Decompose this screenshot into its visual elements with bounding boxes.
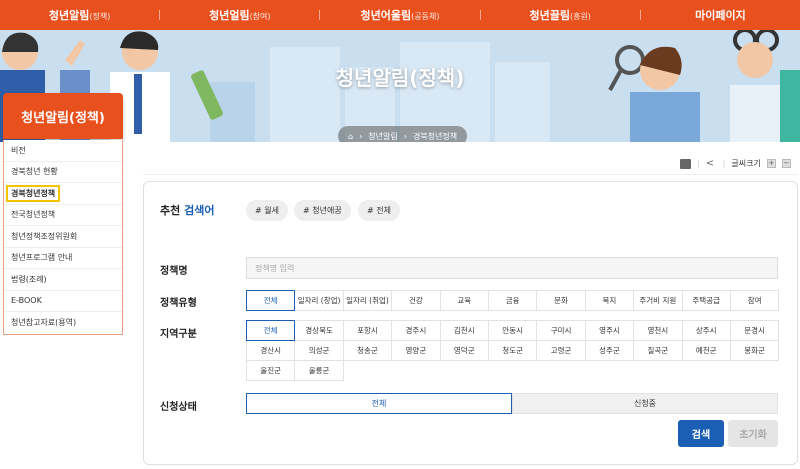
region-option[interactable]: 경주시: [391, 320, 441, 341]
status-toggle: 전체 신청중: [246, 393, 778, 414]
sidebar-item-vision[interactable]: 비전: [4, 140, 122, 162]
font-decrease-button[interactable]: −: [781, 159, 791, 168]
chevron-right-icon: ›: [359, 131, 363, 141]
region-option[interactable]: 포항시: [342, 320, 393, 341]
tag-rent[interactable]: # 월세: [246, 200, 288, 221]
status-label: 신청상태: [160, 402, 197, 413]
nav-policy[interactable]: 청년알림(정책): [0, 7, 159, 23]
status-option-open[interactable]: 신청중: [512, 393, 778, 414]
region-option[interactable]: 김천시: [439, 320, 489, 341]
policy-type-option[interactable]: 전체: [246, 290, 296, 311]
print-icon[interactable]: [680, 158, 691, 169]
sidebar-item-gyeongbuk-policy[interactable]: 경북청년정책: [4, 183, 122, 205]
tag-youth-dream[interactable]: # 청년애꿈: [294, 200, 351, 221]
policy-type-option[interactable]: 복지: [584, 290, 635, 311]
region-option[interactable]: 영양군: [391, 340, 441, 361]
share-icon[interactable]: <: [706, 158, 717, 169]
divider: [143, 174, 798, 175]
banner-title: 청년알림(정책): [335, 66, 465, 90]
top-navigation: 청년알림(정책) 청년얼림(참여) 청년어울림(공동체) 청년끌림(흥원) 마이…: [0, 0, 800, 30]
policy-type-option[interactable]: 주택공급: [681, 290, 731, 311]
sidebar-title: 청년알림(정책): [3, 93, 123, 139]
sidebar-item-laws[interactable]: 법령(조례): [4, 269, 122, 291]
region-option[interactable]: 울진군: [246, 360, 296, 381]
policy-type-option[interactable]: 참여: [729, 290, 780, 311]
policy-type-option[interactable]: 일자리 (창업): [294, 290, 344, 311]
region-option[interactable]: 구미시: [536, 320, 586, 341]
policy-type-option[interactable]: 문화: [536, 290, 586, 311]
utility-bar: | < | 글씨크기 + −: [680, 158, 791, 169]
home-icon[interactable]: ⌂: [348, 132, 353, 141]
region-label: 지역구분: [160, 329, 197, 340]
sidebar-item-committee[interactable]: 청년정책조정위원회: [4, 226, 122, 248]
chevron-right-icon: ›: [403, 131, 407, 141]
region-option[interactable]: 영천시: [633, 320, 683, 341]
policy-type-option[interactable]: 금융: [487, 290, 538, 311]
sidebar-item-references[interactable]: 청년참고자료(용역): [4, 312, 122, 334]
nav-support[interactable]: 청년끌림(흥원): [481, 7, 640, 23]
nav-mypage[interactable]: 마이페이지: [641, 7, 800, 23]
breadcrumb-item[interactable]: 청년알림: [368, 131, 397, 142]
region-option[interactable]: 안동시: [487, 320, 538, 341]
region-option[interactable]: 성주군: [584, 340, 635, 361]
sidebar-item-programs[interactable]: 청년프로그램 안내: [4, 248, 122, 269]
status-option-all[interactable]: 전체: [246, 393, 512, 414]
policy-type-option[interactable]: 건강: [391, 290, 441, 311]
policy-type-grid: 전체 일자리 (창업) 일자리 (취업) 건강 교육 금융 문화 복지 주거비 …: [246, 290, 780, 311]
policy-name-input[interactable]: 정책명 입력: [246, 257, 778, 279]
breadcrumb: ⌂ › 청년알림 › 경북청년정책: [338, 126, 468, 142]
font-size-label: 글씨크기: [731, 159, 761, 168]
font-increase-button[interactable]: +: [766, 159, 776, 168]
region-option[interactable]: 칠곡군: [633, 340, 683, 361]
region-option[interactable]: 영주시: [584, 320, 635, 341]
policy-type-option[interactable]: 교육: [439, 290, 489, 311]
sidebar-item-national-policy[interactable]: 전국청년정책: [4, 205, 122, 226]
region-option[interactable]: 봉화군: [729, 340, 780, 361]
sidebar-item-status[interactable]: 경북청년 현황: [4, 162, 122, 183]
sidebar-item-ebook[interactable]: E-BOOK: [4, 291, 122, 312]
region-option[interactable]: 상주시: [681, 320, 731, 341]
region-option[interactable]: 울릉군: [294, 360, 344, 381]
region-option[interactable]: 의성군: [294, 340, 344, 361]
policy-type-option[interactable]: 일자리 (취업): [342, 290, 393, 311]
region-option[interactable]: 청송군: [342, 340, 393, 361]
nav-community[interactable]: 청년어울림(공동체): [320, 7, 479, 23]
policy-name-label: 정책명: [160, 266, 188, 277]
nav-participation[interactable]: 청년얼림(참여): [160, 7, 319, 23]
region-option[interactable]: 문경시: [729, 320, 780, 341]
region-option[interactable]: 예천군: [681, 340, 731, 361]
sidebar: 비전 경북청년 현황 경북청년정책 전국청년정책 청년정책조정위원회 청년프로그…: [3, 140, 123, 335]
region-option[interactable]: 고령군: [536, 340, 586, 361]
tag-all[interactable]: # 전체: [358, 200, 400, 221]
policy-type-label: 정책유형: [160, 298, 197, 309]
reset-button[interactable]: 초기화: [728, 420, 778, 447]
recommended-label: 추천 검색어: [160, 204, 215, 217]
policy-type-option[interactable]: 주거비 지원: [633, 290, 683, 311]
breadcrumb-current[interactable]: 경북청년정책: [413, 131, 457, 142]
region-option[interactable]: 전체: [246, 320, 296, 341]
region-option[interactable]: 경산시: [246, 340, 296, 361]
region-option[interactable]: 청도군: [487, 340, 538, 361]
region-option[interactable]: 영덕군: [439, 340, 489, 361]
region-option[interactable]: 경상북도: [294, 320, 344, 341]
search-button[interactable]: 검색: [678, 420, 724, 447]
region-grid: 전체 경상북도 포항시 경주시 김천시 안동시 구미시 영주시 영천시 상주시 …: [246, 320, 780, 381]
